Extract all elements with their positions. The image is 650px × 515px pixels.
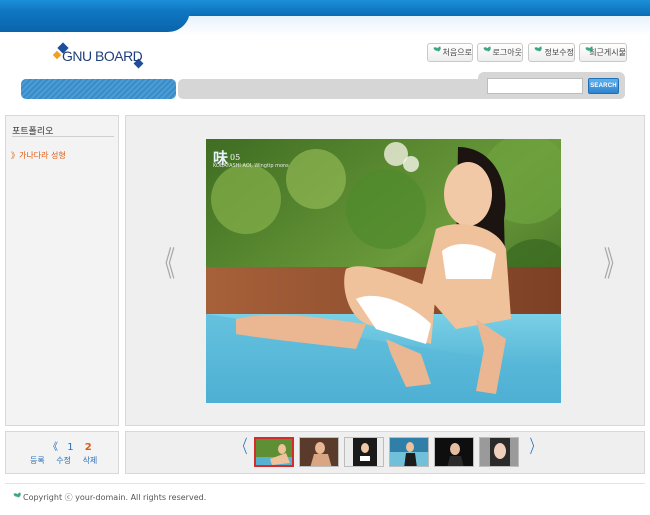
thumbnail-image: [300, 438, 338, 466]
logo-square-icon: [52, 50, 62, 60]
pagination: 《 1 2: [48, 438, 92, 453]
next-photo-arrow-icon[interactable]: 》: [604, 248, 624, 282]
thumbnail-item[interactable]: [344, 437, 384, 467]
leaf-icon: [434, 47, 440, 52]
register-link[interactable]: 등록: [30, 456, 45, 465]
page-link-1[interactable]: 1: [67, 442, 73, 453]
nav-logout-label: 로그아웃: [492, 48, 522, 57]
thumbnail-image: [256, 439, 292, 465]
photo-caption: 味 05 KOBAYASHI AOI, Wingtip mons: [213, 147, 289, 169]
nav-logout-button[interactable]: 로그아웃: [477, 43, 523, 62]
thumbnail-image: [435, 438, 473, 466]
site-logo[interactable]: GNU BOARD: [52, 42, 147, 70]
caption-number: 05: [230, 153, 241, 162]
nav-edit-profile-button[interactable]: 정보수정: [528, 43, 575, 62]
delete-link[interactable]: 삭제: [83, 456, 98, 465]
category-sidebar: 포트폴리오 》가나다라 성형: [5, 115, 119, 426]
menu-strip-left: [21, 79, 176, 99]
prev-photo-arrow-icon[interactable]: 《: [155, 248, 175, 282]
nav-recent-posts-label: 최근게시물: [589, 48, 626, 57]
header-tab-notch: [0, 10, 190, 32]
thumb-prev-arrow-icon[interactable]: 〈: [237, 439, 248, 457]
pager-prev-icon[interactable]: 《: [48, 442, 58, 453]
leaf-icon: [535, 47, 542, 52]
page-link-current[interactable]: 2: [85, 442, 92, 453]
footer-divider: [5, 483, 645, 484]
search-button[interactable]: SEARCH: [588, 78, 619, 94]
copyright-text: Copyright ⓒ your-domain. All rights rese…: [23, 493, 207, 502]
nav-edit-profile-label: 정보수정: [544, 48, 574, 57]
nav-home-label: 처음으로: [442, 48, 472, 57]
thumbnail-item[interactable]: [254, 437, 294, 467]
thumbnail-item[interactable]: [299, 437, 339, 467]
nav-home-button[interactable]: 처음으로: [427, 43, 473, 62]
main-photo-image: [206, 139, 561, 403]
post-actions: 등록 수정 삭제: [30, 455, 106, 466]
logo-text: GNU BOARD: [62, 48, 143, 64]
main-photo: [206, 139, 561, 403]
thumbnail-image: [345, 438, 383, 466]
caption-subtitle: KOBAYASHI AOI, Wingtip mons: [213, 163, 289, 169]
thumbnail-image: [480, 438, 518, 466]
thumb-next-arrow-icon[interactable]: 〉: [530, 439, 541, 457]
thumbnail-item[interactable]: [389, 437, 429, 467]
edit-link[interactable]: 수정: [56, 456, 71, 465]
thumbnail-strip: [125, 431, 645, 474]
leaf-icon: [484, 47, 490, 52]
thumbnail-image: [390, 438, 428, 466]
sidebar-item-category[interactable]: 》가나다라 성형: [11, 150, 66, 161]
thumbnail-item[interactable]: [434, 437, 474, 467]
search-input[interactable]: [487, 78, 583, 94]
leaf-icon: [14, 493, 21, 498]
thumbnail-item[interactable]: [479, 437, 519, 467]
divider: [12, 136, 114, 137]
nav-recent-posts-button[interactable]: 최근게시물: [579, 43, 627, 62]
footer: Copyright ⓒ your-domain. All rights rese…: [14, 492, 206, 503]
